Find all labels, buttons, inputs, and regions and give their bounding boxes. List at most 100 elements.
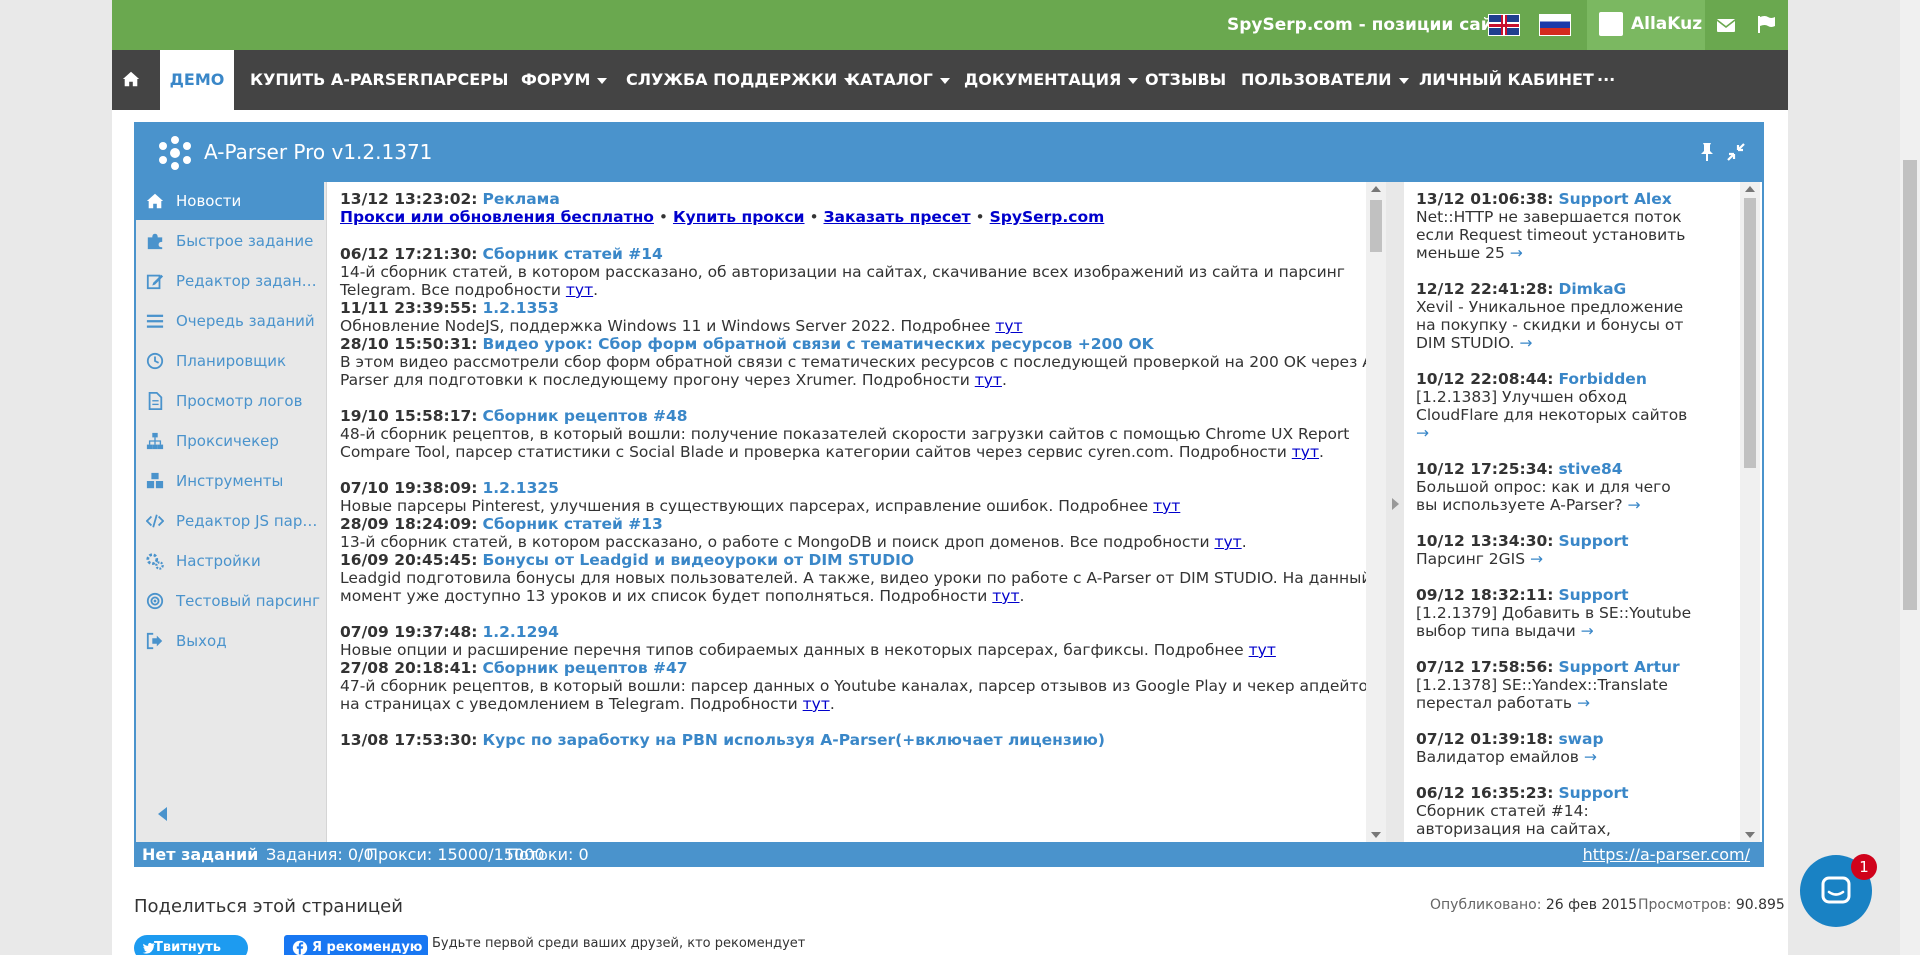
scroll-thumb[interactable] xyxy=(1744,198,1756,468)
pin-icon[interactable] xyxy=(1698,142,1716,162)
nav-users[interactable]: ПОЛЬЗОВАТЕЛИ xyxy=(1241,50,1409,110)
news-title-link[interactable]: Реклама xyxy=(482,190,559,208)
post-author-link[interactable]: Support Artur xyxy=(1558,658,1679,676)
news-more-link[interactable]: тут xyxy=(803,695,830,713)
pane-splitter[interactable] xyxy=(1386,182,1404,842)
nav-more[interactable]: ··· xyxy=(1597,50,1615,110)
mail-icon[interactable] xyxy=(1716,15,1736,35)
arrow-right-icon[interactable]: → xyxy=(1416,424,1429,442)
nav-catalog[interactable]: КАТАЛОГ xyxy=(847,50,950,110)
russian-flag-icon[interactable] xyxy=(1539,14,1571,36)
news-body: Новые опции и расширение перечня типов с… xyxy=(340,641,1249,659)
scroll-up-icon[interactable] xyxy=(1745,186,1755,192)
sidebar-item-js-editor[interactable]: Редактор JS парсеров xyxy=(136,502,324,540)
nav-parsers[interactable]: ПАРСЕРЫ xyxy=(420,50,508,110)
post-author-link[interactable]: Support xyxy=(1558,532,1628,550)
post-author-link[interactable]: Support Alex xyxy=(1558,190,1671,208)
post-author-link[interactable]: Support xyxy=(1558,586,1628,604)
news-tail: . xyxy=(1241,533,1247,551)
nav-docs[interactable]: ДОКУМЕНТАЦИЯ xyxy=(964,50,1139,110)
arrow-right-icon[interactable]: → xyxy=(1581,622,1594,640)
news-scrollbar[interactable] xyxy=(1366,182,1386,842)
news-title-link[interactable]: Сборник рецептов #47 xyxy=(482,659,687,677)
news-title-link[interactable]: 1.2.1353 xyxy=(482,299,559,317)
news-more-link[interactable]: тут xyxy=(992,587,1019,605)
news-more-link[interactable]: тут xyxy=(1214,533,1241,551)
sidebar-item-logs[interactable]: Просмотр логов xyxy=(136,382,324,420)
sidebar-item-news[interactable]: Новости xyxy=(136,182,324,220)
chevron-right-icon[interactable] xyxy=(1392,498,1399,510)
sidebar-item-scheduler[interactable]: Планировщик xyxy=(136,342,324,380)
news-more-link[interactable]: тут xyxy=(1153,497,1180,515)
news-body: 47-й сборник рецептов, в который вошли: … xyxy=(340,677,1378,713)
post-author-link[interactable]: swap xyxy=(1558,730,1603,748)
tweet-button[interactable]: Твитнуть xyxy=(134,935,248,955)
sidebar-item-task-queue[interactable]: Очередь заданий xyxy=(136,302,324,340)
news-title-link[interactable]: Курс по заработку на PBN используя A-Par… xyxy=(482,731,1104,749)
arrow-right-icon[interactable]: → xyxy=(1628,496,1641,514)
flag-icon[interactable] xyxy=(1756,14,1776,34)
arrow-right-icon[interactable]: → xyxy=(1584,748,1597,766)
sidebar-item-tools[interactable]: Инструменты xyxy=(136,462,324,500)
sidebar-item-task-editor[interactable]: Редактор заданий xyxy=(136,262,324,300)
post-author-link[interactable]: Forbidden xyxy=(1558,370,1646,388)
news-title-link[interactable]: 1.2.1325 xyxy=(482,479,559,497)
promo-link-preset[interactable]: Заказать пресет xyxy=(824,208,971,226)
sidebar-item-proxychecker[interactable]: Проксичекер xyxy=(136,422,324,460)
nav-forum-label: ФОРУМ xyxy=(521,70,591,89)
news-title-link[interactable]: Сборник статей #13 xyxy=(482,515,662,533)
nav-support[interactable]: СЛУЖБА ПОДДЕРЖКИ xyxy=(626,50,855,110)
post-author-link[interactable]: Support xyxy=(1558,784,1628,802)
nav-home[interactable] xyxy=(112,50,146,110)
news-more-link[interactable]: тут xyxy=(566,281,593,299)
site-title-link[interactable]: SpySerp.com - позиции сайта xyxy=(1227,15,1514,35)
promo-link-spyserp[interactable]: SpySerp.com xyxy=(990,208,1105,226)
post-author-link[interactable]: DimkaG xyxy=(1558,280,1626,298)
nav-reviews[interactable]: ОТЗЫВЫ xyxy=(1145,50,1226,110)
nav-demo[interactable]: ДЕМО xyxy=(160,50,234,112)
news-more-link[interactable]: тут xyxy=(995,317,1022,335)
news-tail: . xyxy=(1019,587,1025,605)
news-more-link[interactable]: тут xyxy=(975,371,1002,389)
post-author-link[interactable]: stive84 xyxy=(1558,460,1622,478)
promo-link-free[interactable]: Прокси или обновления бесплатно xyxy=(340,208,654,226)
news-title-link[interactable]: Сборник рецептов #48 xyxy=(482,407,687,425)
news-title-link[interactable]: Сборник статей #14 xyxy=(482,245,662,263)
arrow-right-icon[interactable]: → xyxy=(1510,244,1523,262)
scroll-down-icon[interactable] xyxy=(1745,832,1755,838)
news-title-link[interactable]: Бонусы от Leadgid и видеоуроки от DIM ST… xyxy=(482,551,914,569)
news-date: 19/10 15:58:17: xyxy=(340,407,478,425)
forum-scrollbar[interactable] xyxy=(1740,182,1760,842)
sidebar-item-quick-task[interactable]: Быстрое задание xyxy=(136,222,324,260)
forum-feed: 13/12 01:06:38: Support Alex Net::HTTP н… xyxy=(1404,182,1740,842)
scroll-down-icon[interactable] xyxy=(1371,832,1381,838)
english-flag-icon[interactable] xyxy=(1488,14,1520,36)
nav-account[interactable]: ЛИЧНЫЙ КАБИНЕТ xyxy=(1419,50,1594,110)
aparser-site-link[interactable]: https://a-parser.com/ xyxy=(1583,845,1750,864)
news-more-link[interactable]: тут xyxy=(1249,641,1276,659)
sidebar-collapse-icon[interactable] xyxy=(158,807,167,821)
sidebar-item-settings[interactable]: Настройки xyxy=(136,542,324,580)
nav-buy[interactable]: КУПИТЬ A-PARSER xyxy=(250,50,420,110)
nav-support-label: СЛУЖБА ПОДДЕРЖКИ xyxy=(626,70,838,89)
news-tail: . xyxy=(829,695,835,713)
arrow-right-icon[interactable]: → xyxy=(1530,550,1543,568)
news-date: 11/11 23:39:55: xyxy=(340,299,478,317)
post-text: [1.2.1378] SE::Yandex::Translate переста… xyxy=(1416,676,1668,712)
arrow-right-icon[interactable]: → xyxy=(1519,334,1532,352)
compress-icon[interactable] xyxy=(1726,142,1746,162)
news-more-link[interactable]: тут xyxy=(1292,443,1319,461)
sidebar-item-test-parsing[interactable]: Тестовый парсинг xyxy=(136,582,324,620)
news-title-link[interactable]: 1.2.1294 xyxy=(482,623,559,641)
sidebar-item-logout[interactable]: Выход xyxy=(136,622,324,660)
arrow-right-icon[interactable]: → xyxy=(1577,694,1590,712)
nav-forum[interactable]: ФОРУМ xyxy=(521,50,608,110)
page-scrollbar[interactable] xyxy=(1900,0,1920,955)
scroll-thumb[interactable] xyxy=(1903,160,1917,610)
facebook-like-button[interactable]: Я рекомендую xyxy=(284,935,428,955)
user-menu[interactable]: AllaKuz xyxy=(1587,0,1705,50)
scroll-up-icon[interactable] xyxy=(1371,186,1381,192)
promo-link-buy-proxy[interactable]: Купить прокси xyxy=(673,208,805,226)
news-title-link[interactable]: Видео урок: Сбор форм обратной связи с т… xyxy=(482,335,1153,353)
scroll-thumb[interactable] xyxy=(1370,200,1382,252)
